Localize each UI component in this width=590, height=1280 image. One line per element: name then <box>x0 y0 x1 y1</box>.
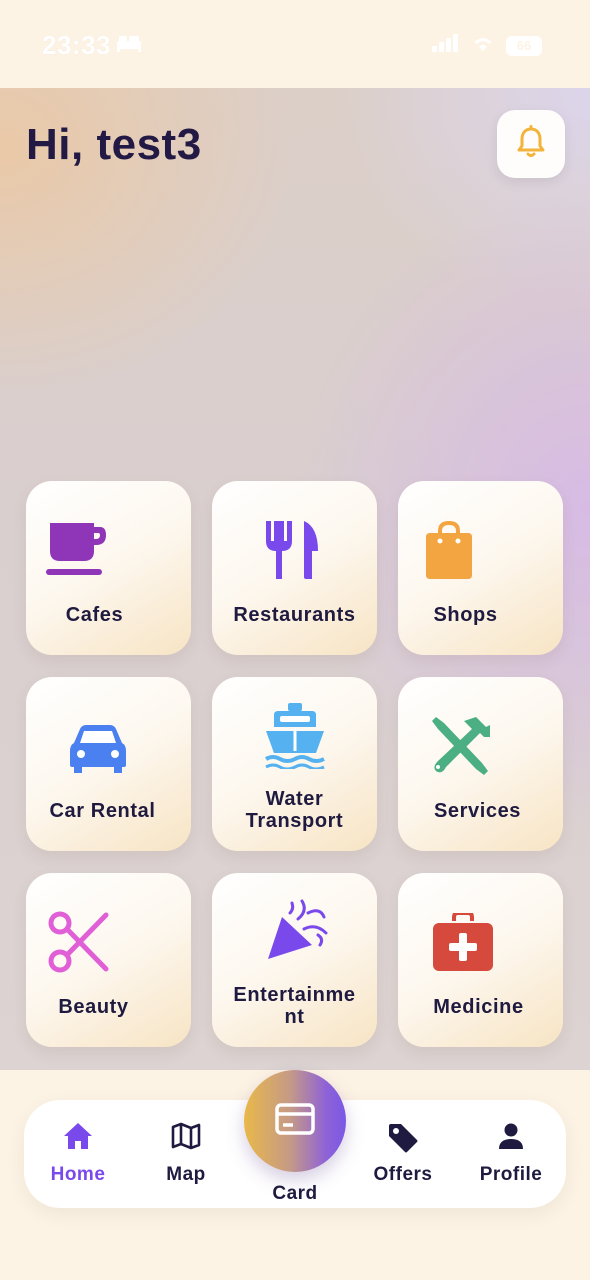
category-tile-shops[interactable]: Shops <box>398 481 563 655</box>
category-label-line2: nt <box>284 1006 305 1028</box>
notifications-button[interactable] <box>497 110 565 178</box>
nav-label: Home <box>50 1164 106 1185</box>
category-tile-car-rental[interactable]: Car Rental <box>26 677 191 851</box>
status-bar: 23:33 66 <box>0 0 590 88</box>
category-label: Car Rental <box>49 800 156 822</box>
nav-label: Map <box>166 1164 206 1185</box>
nav-item-offers[interactable]: Offers <box>353 1100 453 1208</box>
nav-label: Profile <box>479 1164 543 1185</box>
category-tile-entertainment[interactable]: Entertainme nt <box>212 873 377 1047</box>
category-label-line2: Transport <box>245 810 344 832</box>
party-popper-icon <box>264 899 330 966</box>
credit-card-icon <box>275 1102 315 1140</box>
category-tile-cafes[interactable]: Cafes <box>26 481 191 655</box>
category-label: Beauty <box>58 996 129 1018</box>
nav-item-map[interactable]: Map <box>136 1100 236 1208</box>
status-time: 23:33 <box>42 30 111 60</box>
medical-kit-icon <box>432 911 494 978</box>
coffee-cup-icon <box>46 519 108 584</box>
bell-icon <box>516 124 546 164</box>
bed-icon <box>116 34 142 57</box>
nav-label-card[interactable]: Card <box>244 1183 346 1205</box>
battery-indicator: 66 <box>506 35 542 56</box>
tag-icon <box>387 1122 419 1159</box>
category-tile-beauty[interactable]: Beauty <box>26 873 191 1047</box>
nav-item-profile[interactable]: Profile <box>461 1100 561 1208</box>
category-label: Medicine <box>433 996 524 1018</box>
fork-knife-icon <box>264 519 322 586</box>
category-tile-services[interactable]: Services <box>398 677 563 851</box>
shopping-bag-icon <box>424 519 474 586</box>
category-grid: Cafes Restaurants Shops Car Rental Water… <box>26 481 566 1047</box>
category-label: Restaurants <box>233 604 356 626</box>
nav-label: Offers <box>373 1164 433 1185</box>
car-icon <box>68 723 128 780</box>
nav-item-home[interactable]: Home <box>28 1100 128 1208</box>
category-tile-restaurants[interactable]: Restaurants <box>212 481 377 655</box>
card-button[interactable] <box>244 1070 346 1172</box>
ship-icon <box>264 703 326 774</box>
signal-icon <box>432 34 460 57</box>
category-label: Cafes <box>65 604 124 626</box>
map-icon <box>171 1122 201 1155</box>
category-tile-medicine[interactable]: Medicine <box>398 873 563 1047</box>
category-label: Shops <box>433 604 498 626</box>
tools-icon <box>430 715 492 782</box>
category-label: Services <box>433 800 522 822</box>
category-label-line1: Water <box>265 788 324 810</box>
greeting-title: Hi, test3 <box>26 120 202 169</box>
person-icon <box>498 1122 524 1155</box>
scissors-icon <box>48 911 110 978</box>
wifi-icon <box>472 34 494 57</box>
category-tile-water-transport[interactable]: Water Transport <box>212 677 377 851</box>
home-icon <box>63 1122 93 1155</box>
category-label-line1: Entertainme <box>233 984 356 1006</box>
